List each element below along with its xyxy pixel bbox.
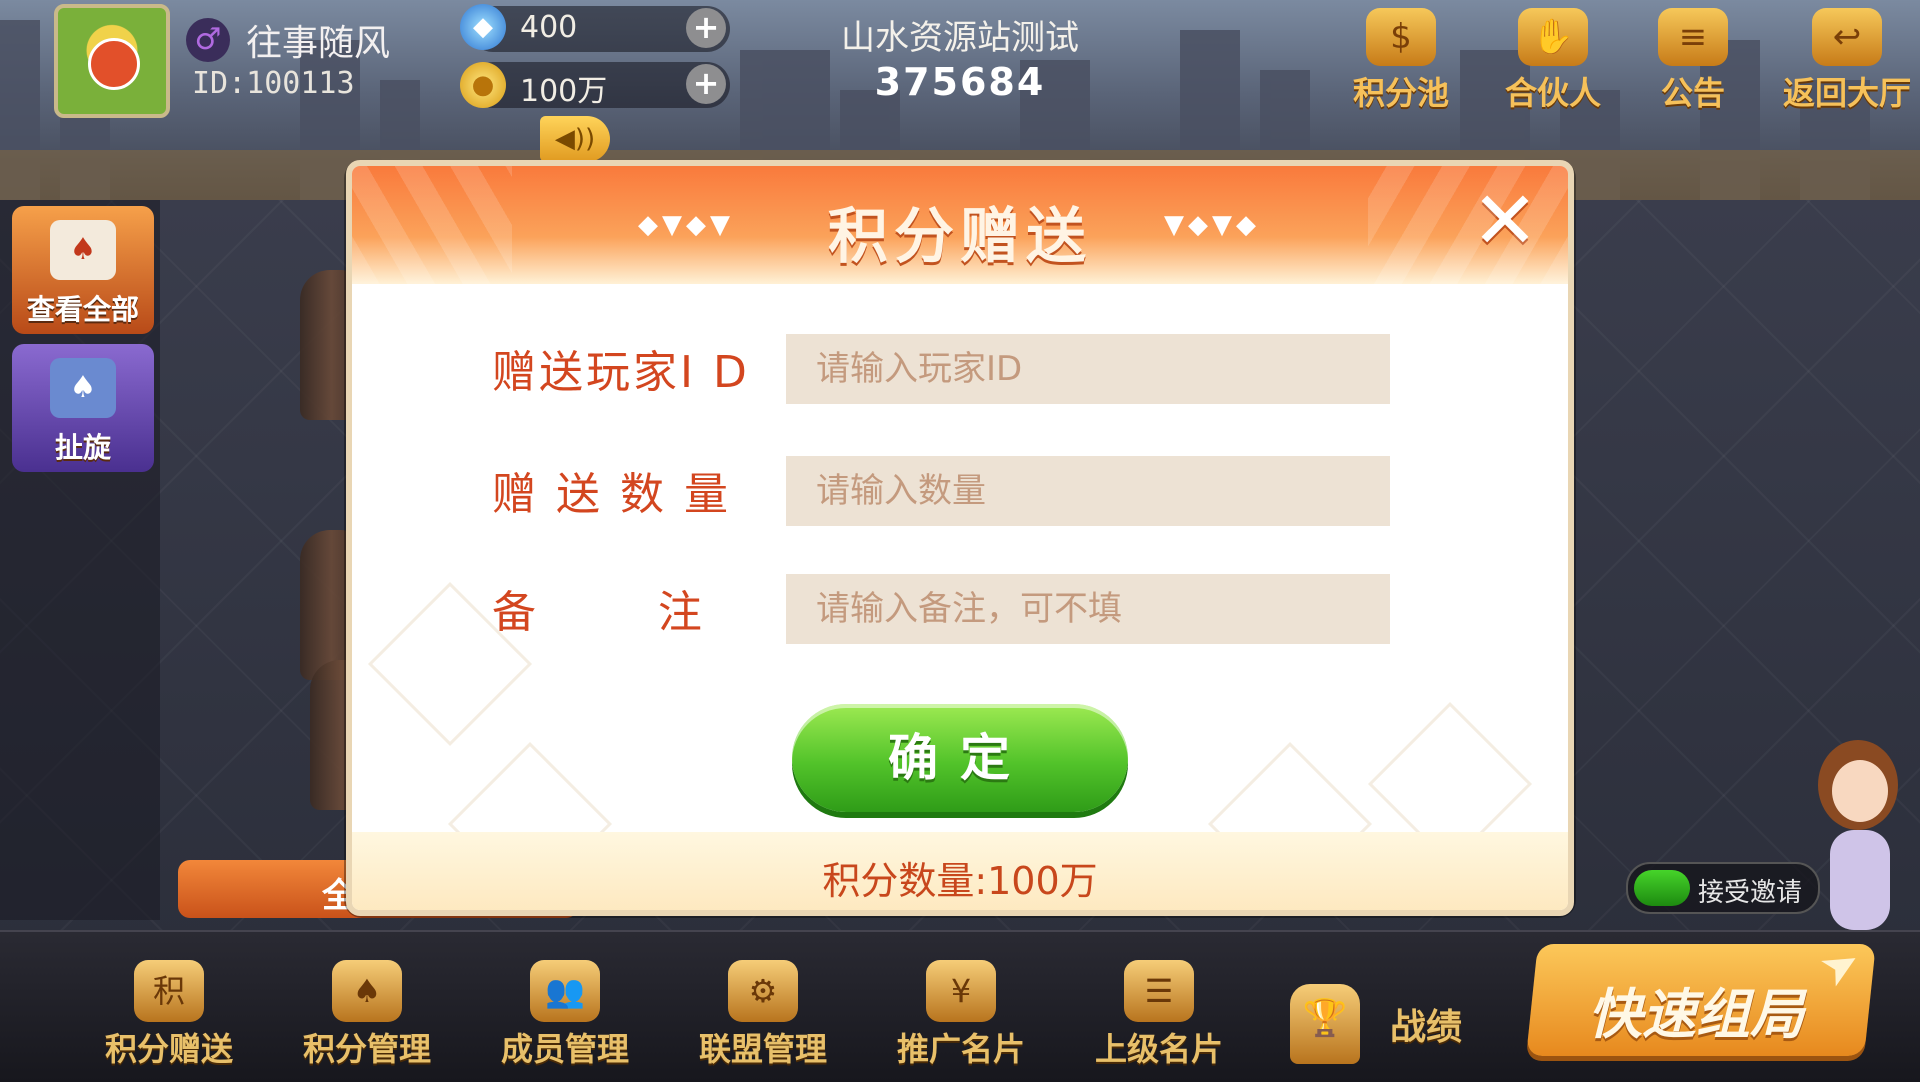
handshake-icon: ✋ bbox=[1518, 8, 1588, 66]
nav-superior-card-label: 上级名片 bbox=[1094, 1030, 1223, 1068]
nav-members[interactable]: 👥 成员管理 bbox=[480, 960, 650, 1070]
dialog-title: 积分赠送 bbox=[828, 202, 1092, 272]
promo-card-icon: ¥ bbox=[926, 960, 996, 1022]
dialog-footer: 积分数量:100万 bbox=[352, 832, 1568, 910]
points-manage-icon: ♠ bbox=[332, 960, 402, 1022]
notice-icon: ≡ bbox=[1658, 8, 1728, 66]
player-avatar[interactable] bbox=[54, 4, 170, 118]
remark-input[interactable] bbox=[786, 574, 1390, 644]
male-gender-icon: ♂ bbox=[186, 18, 230, 62]
nav-points-manage[interactable]: ♠ 积分管理 bbox=[282, 960, 452, 1070]
accept-invite-label: 接受邀请 bbox=[1698, 878, 1803, 908]
remark-label: 备 注 bbox=[492, 587, 705, 638]
mascot-character bbox=[1802, 740, 1912, 930]
player-id: ID:100113 bbox=[192, 66, 355, 101]
chexuan-label: 扯旋 bbox=[54, 431, 111, 464]
avatar-face bbox=[88, 38, 140, 90]
diamond-count: 400 bbox=[520, 10, 578, 45]
nav-alliance[interactable]: ⚙ 联盟管理 bbox=[678, 960, 848, 1070]
coin-count: 100万 bbox=[520, 74, 608, 109]
player-id-input[interactable] bbox=[786, 334, 1390, 404]
view-all-button[interactable]: ♠ 查看全部 bbox=[12, 206, 154, 334]
nav-points-gift[interactable]: 积 积分赠送 bbox=[84, 960, 254, 1070]
title-decoration-right: ▼◆▼◆ bbox=[1164, 210, 1260, 240]
back-to-lobby-button[interactable]: ↩ 返回大厅 bbox=[1774, 8, 1920, 112]
mascot-face bbox=[1832, 760, 1888, 822]
view-all-label: 查看全部 bbox=[26, 293, 139, 326]
amount-label: 赠 送 数 量 bbox=[492, 469, 731, 520]
partner-label: 合伙人 bbox=[1504, 74, 1601, 112]
toggle-knob bbox=[1634, 870, 1690, 906]
nav-promo-card-label: 推广名片 bbox=[896, 1030, 1025, 1068]
poker-icon: ♠ bbox=[50, 358, 116, 418]
quick-match-label[interactable]: 快速组局 bbox=[1588, 970, 1804, 1049]
partner-button[interactable]: ✋ 合伙人 bbox=[1488, 8, 1618, 112]
room-name: 山水资源站测试 bbox=[841, 18, 1079, 58]
nav-superior-card[interactable]: ☰ 上级名片 bbox=[1074, 960, 1244, 1070]
confirm-button[interactable]: 确定 bbox=[792, 704, 1128, 812]
back-to-lobby-label: 返回大厅 bbox=[1782, 74, 1911, 112]
close-icon: ✕ bbox=[1471, 174, 1539, 267]
coin-pool-icon: $ bbox=[1366, 8, 1436, 66]
room-number: 375684 bbox=[874, 60, 1046, 104]
coin-icon: ● bbox=[460, 62, 506, 108]
alliance-icon: ⚙ bbox=[728, 960, 798, 1022]
amount-input[interactable] bbox=[786, 456, 1390, 526]
back-icon: ↩ bbox=[1812, 8, 1882, 66]
nav-points-manage-label: 积分管理 bbox=[302, 1030, 431, 1068]
add-diamonds-button[interactable]: + bbox=[686, 8, 726, 48]
player-name: 往事随风 bbox=[246, 23, 391, 64]
chexuan-game-button[interactable]: ♠ 扯旋 bbox=[12, 344, 154, 472]
mascot-body bbox=[1830, 830, 1890, 930]
cards-icon: ♠ bbox=[50, 220, 116, 280]
speaker-icon[interactable]: ◀)) bbox=[540, 116, 610, 162]
nav-points-gift-label: 积分赠送 bbox=[104, 1030, 233, 1068]
points-pool-label: 积分池 bbox=[1352, 74, 1449, 112]
members-icon: 👥 bbox=[530, 960, 600, 1022]
add-coins-button[interactable]: + bbox=[686, 64, 726, 104]
close-dialog-button[interactable]: ✕ bbox=[1466, 181, 1544, 264]
player-id-label: 赠送玩家I D bbox=[492, 347, 750, 398]
nav-alliance-label: 联盟管理 bbox=[698, 1030, 827, 1068]
diamond-icon: ◆ bbox=[460, 4, 506, 50]
notice-button[interactable]: ≡ 公告 bbox=[1628, 8, 1758, 112]
notice-label: 公告 bbox=[1660, 74, 1725, 112]
records-label[interactable]: 战绩 bbox=[1390, 998, 1462, 1050]
points-gift-dialog: ◆▼◆▼ 积分赠送 ▼◆▼◆ ✕ 赠送玩家I D 赠 送 数 量 备 注 确定 … bbox=[346, 160, 1574, 916]
trophy-icon[interactable]: 🏆 bbox=[1290, 984, 1360, 1064]
points-gift-icon: 积 bbox=[134, 960, 204, 1022]
accept-invite-toggle[interactable]: 接受邀请 bbox=[1626, 862, 1820, 914]
superior-card-icon: ☰ bbox=[1124, 960, 1194, 1022]
points-pool-button[interactable]: $ 积分池 bbox=[1336, 8, 1466, 112]
nav-members-label: 成员管理 bbox=[500, 1030, 629, 1068]
dialog-header: ◆▼◆▼ 积分赠送 ▼◆▼◆ ✕ bbox=[352, 166, 1568, 284]
points-balance-text: 积分数量:100万 bbox=[822, 859, 1098, 903]
nav-promo-card[interactable]: ¥ 推广名片 bbox=[876, 960, 1046, 1070]
